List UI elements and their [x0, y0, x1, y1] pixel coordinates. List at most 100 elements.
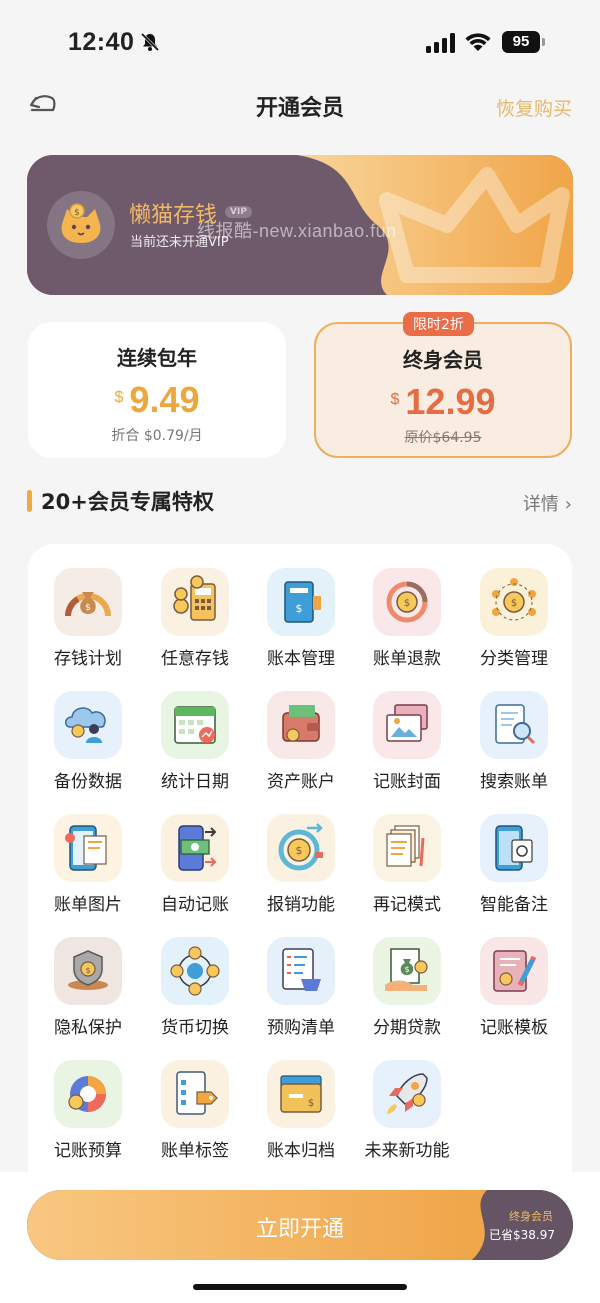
plan-original-price: 原价$64.95: [404, 430, 482, 446]
feature-item[interactable]: 备份数据: [38, 691, 138, 801]
subscribe-button[interactable]: 立即开通 终身会员 已省$38.97: [27, 1190, 573, 1260]
feature-item[interactable]: $ 账本管理: [251, 568, 351, 678]
feature-item[interactable]: $ 账本归档: [251, 1060, 351, 1170]
svg-text:$: $: [85, 603, 91, 613]
feature-item[interactable]: 智能备注: [464, 814, 564, 924]
feature-item[interactable]: 统计日期: [145, 691, 245, 801]
battery-tip: [542, 38, 545, 46]
plan-monthly-equivalent: 折合 $0.79/月: [111, 428, 203, 444]
feature-label: 记账预算: [54, 1141, 122, 1161]
currency-symbol: $: [390, 391, 400, 408]
feature-item[interactable]: 自动记账: [145, 814, 245, 924]
svg-text:$: $: [511, 598, 517, 609]
shopping-list-icon: [267, 937, 335, 1005]
phone-receipt-icon: [54, 814, 122, 882]
archive-folder-icon: $: [267, 1060, 335, 1128]
feature-item[interactable]: $ 隐私保护: [38, 937, 138, 1047]
plan-title: 终身会员: [403, 348, 483, 372]
feature-label: 任意存钱: [161, 649, 229, 669]
plan-title: 连续包年: [117, 346, 197, 370]
cta-tier: 终身会员: [509, 1210, 553, 1223]
feature-item[interactable]: 任意存钱: [145, 568, 245, 678]
cta-savings: 已省$38.97: [489, 1228, 555, 1242]
feature-label: 预购清单: [267, 1018, 335, 1038]
section-title: 20+会员专属特权: [41, 490, 214, 514]
feature-item[interactable]: $ 分类管理: [464, 568, 564, 678]
plan-card-lifetime[interactable]: 限时2折 终身会员 $12.99 原价$64.95: [314, 312, 572, 458]
category-network-icon: $: [480, 568, 548, 636]
smart-note-phone-icon: [480, 814, 548, 882]
feature-item[interactable]: 再记模式: [357, 814, 457, 924]
template-pencil-icon: [480, 937, 548, 1005]
feature-label: 账本管理: [267, 649, 335, 669]
bell-muted-icon: [140, 32, 160, 52]
feature-label: 分期贷款: [373, 1018, 441, 1038]
details-link[interactable]: 详情 ›: [523, 490, 572, 516]
svg-text:$: $: [296, 844, 303, 857]
feature-label: 分类管理: [480, 649, 548, 669]
cat-coin-icon: $: [61, 203, 101, 243]
plan-card-yearly[interactable]: 连续包年 $9.49 折合 $0.79/月: [28, 322, 286, 458]
svg-text:$: $: [296, 602, 303, 615]
battery-indicator: 95: [502, 31, 546, 53]
feature-label: 账单图片: [54, 895, 122, 915]
search-bill-icon: [480, 691, 548, 759]
feature-label: 未来新功能: [364, 1141, 450, 1161]
privacy-shield-icon: $: [54, 937, 122, 1005]
feature-item[interactable]: 未来新功能: [357, 1060, 457, 1170]
feature-label: 资产账户: [267, 772, 335, 792]
feature-item[interactable]: 记账封面: [357, 691, 457, 801]
wallet-icon: [267, 691, 335, 759]
plan-price: $9.49: [28, 379, 286, 421]
bill-tag-icon: [161, 1060, 229, 1128]
plan-price: $12.99: [316, 381, 570, 423]
feature-item[interactable]: 预购清单: [251, 937, 351, 1047]
cover-photos-icon: [373, 691, 441, 759]
feature-item[interactable]: 账单标签: [145, 1060, 245, 1170]
feature-label: 统计日期: [161, 772, 229, 792]
feature-label: 账单退款: [373, 649, 441, 669]
budget-pie-icon: [54, 1060, 122, 1128]
section-accent-bar: [27, 490, 32, 512]
chevron-right-icon: ›: [564, 494, 572, 515]
details-label: 详情: [522, 494, 559, 515]
feature-label: 备份数据: [54, 772, 122, 792]
feature-label: 再记模式: [373, 895, 441, 915]
installment-loan-icon: $: [373, 937, 441, 1005]
watermark-text: 线报酷-new.xianbao.fun: [197, 221, 397, 241]
svg-text:$: $: [74, 208, 80, 218]
money-bag-gauge-icon: $: [54, 568, 122, 636]
home-indicator: [193, 1284, 407, 1290]
feature-label: 隐私保护: [54, 1018, 122, 1038]
refund-cycle-icon: $: [373, 568, 441, 636]
ledger-book-icon: $: [267, 568, 335, 636]
restore-purchase-button[interactable]: 恢复购买: [496, 94, 572, 121]
feature-item[interactable]: $ 报销功能: [251, 814, 351, 924]
svg-text:$: $: [404, 965, 409, 974]
feature-item[interactable]: $ 分期贷款: [357, 937, 457, 1047]
features-grid: $ 存钱计划 任意存钱 $ 账本管理 $ 账单退款 $ 分类管理备份数据 统计日期 资产账户 记账封面…: [28, 544, 572, 1224]
calendar-stats-icon: [161, 691, 229, 759]
currency-symbol: $: [114, 389, 124, 406]
member-banner: $ 懒猫存钱 VIP 当前还未开通VIP 线报酷-new.xianbao.fun: [27, 155, 573, 295]
calculator-coins-icon: [161, 568, 229, 636]
feature-label: 存钱计划: [54, 649, 122, 669]
feature-label: 搜索账单: [480, 772, 548, 792]
feature-item[interactable]: 资产账户: [251, 691, 351, 801]
status-time: 12:40: [68, 28, 135, 56]
price-amount: 12.99: [405, 381, 496, 422]
feature-item[interactable]: $ 存钱计划: [38, 568, 138, 678]
feature-item[interactable]: 记账模板: [464, 937, 564, 1047]
feature-label: 货币切换: [161, 1018, 229, 1038]
currency-exchange-icon: [161, 937, 229, 1005]
feature-item[interactable]: $ 账单退款: [357, 568, 457, 678]
discount-badge: 限时2折: [403, 312, 474, 336]
status-bar: 12:40 95: [0, 0, 600, 84]
feature-item[interactable]: 账单图片: [38, 814, 138, 924]
signal-icon: [426, 33, 455, 53]
feature-label: 记账模板: [480, 1018, 548, 1038]
feature-item[interactable]: 货币切换: [145, 937, 245, 1047]
svg-text:$: $: [404, 598, 410, 609]
feature-item[interactable]: 搜索账单: [464, 691, 564, 801]
feature-item[interactable]: 记账预算: [38, 1060, 138, 1170]
